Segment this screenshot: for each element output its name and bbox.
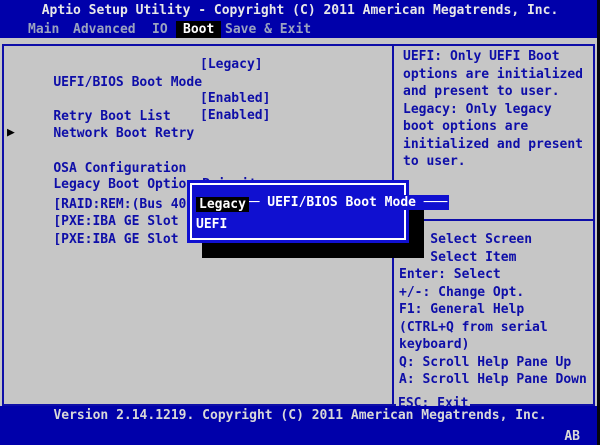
key-hint-enter: Enter: Select	[399, 267, 501, 282]
menu-tab-save-exit[interactable]: Save & Exit	[225, 21, 311, 38]
menu-tab-advanced[interactable]: Advanced	[73, 21, 136, 38]
app-title: Aptio Setup Utility - Copyright (C) 2011…	[41, 3, 559, 18]
boot-mode-popup: ─── UEFI/BIOS Boot Mode ─── Legacy UEFI	[187, 180, 450, 243]
menu-tab-io[interactable]: IO	[152, 21, 168, 38]
key-hint-select-item: Select Item	[399, 249, 517, 265]
corner-code: AB	[564, 429, 580, 444]
bios-setup-screen: Aptio Setup Utility - Copyright (C) 2011…	[0, 0, 600, 445]
option-value: [Enabled]	[200, 91, 271, 106]
help-pane: UEFI: Only UEFI Boot options are initial…	[403, 49, 584, 169]
option-value: [Legacy]	[200, 57, 263, 72]
key-hint-scroll-down: A: Scroll Help Pane Down	[399, 372, 587, 387]
version-text: Version 2.14.1219. Copyright (C) 2011 Am…	[53, 408, 547, 423]
key-hint-scroll-up: Q: Scroll Help Pane Up	[399, 354, 572, 370]
key-hint-general-help: F1: General Help	[399, 302, 525, 317]
menu-tab-main[interactable]: Main	[28, 21, 59, 38]
header-bar: Aptio Setup Utility - Copyright (C) 2011…	[0, 0, 600, 38]
option-value: [Enabled]	[200, 108, 271, 123]
option-row-boot-mode[interactable]: UEFI/BIOS Boot Mode [Legacy]	[22, 56, 262, 90]
option-row-retry-boot-list[interactable]: Retry Boot List [Enabled]	[22, 90, 270, 124]
popup-option-legacy[interactable]: Legacy	[196, 196, 249, 214]
option-label: UEFI/BIOS Boot Mode	[53, 75, 203, 90]
popup-title: ─── UEFI/BIOS Boot Mode ───	[233, 195, 450, 210]
section-legacy-boot-priority: Legacy Boot Option Priority	[22, 158, 264, 192]
panel-divider-horizontal	[394, 219, 595, 221]
key-hint-keyboard: keyboard)	[399, 337, 470, 352]
key-hint-change-opt: +/-: Change Opt.	[399, 284, 525, 300]
option-row-osa-configuration[interactable]: ▶ OSA Configuration	[7, 124, 186, 176]
menu-tab-boot[interactable]: Boot	[176, 21, 222, 38]
footer-bar: Version 2.14.1219. Copyright (C) 2011 Am…	[0, 406, 600, 445]
popup-option-uefi[interactable]: UEFI	[196, 216, 227, 234]
key-hint-ctrl-q: (CTRL+Q from serial	[399, 319, 548, 335]
key-hint-select-screen: Select Screen	[399, 232, 533, 247]
key-hints-pane: Select Screen Select Item Enter: Select …	[399, 231, 595, 389]
submenu-arrow-icon: ▶	[7, 125, 15, 140]
option-row-network-boot-retry[interactable]: Network Boot Retry [Enabled]	[22, 107, 270, 141]
